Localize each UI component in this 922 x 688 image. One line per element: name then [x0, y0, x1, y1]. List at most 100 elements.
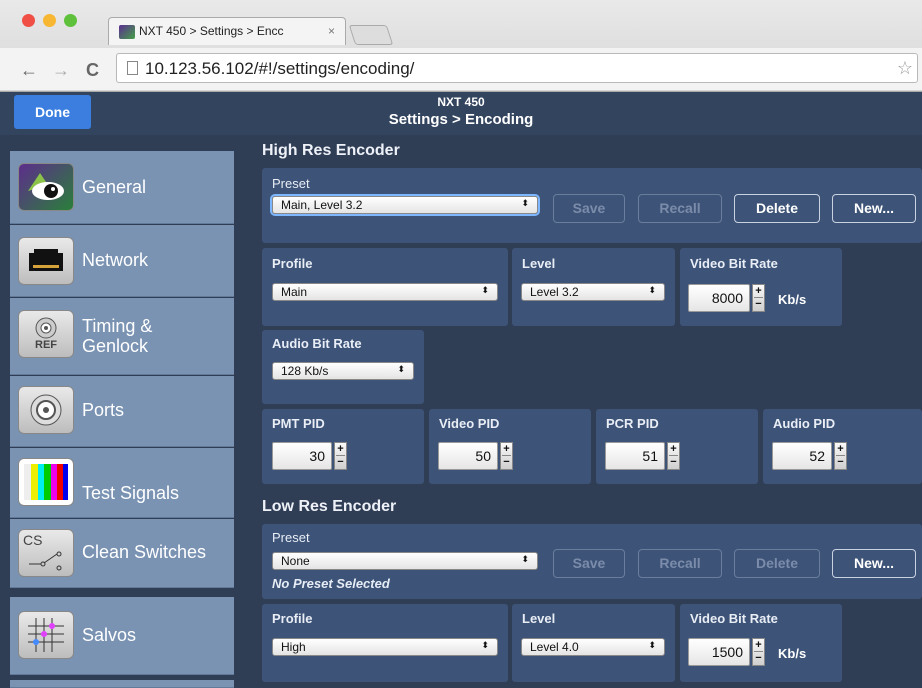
- low-level-select[interactable]: Level 4.0 ⬍: [521, 638, 665, 656]
- low-recall-button[interactable]: Recall: [638, 549, 722, 578]
- bnc-connector-icon: [18, 386, 74, 434]
- address-bar[interactable]: 10.123.56.102/#!/settings/encoding/ ☆: [116, 53, 918, 83]
- sidebar-item-ports[interactable]: Ports: [10, 376, 234, 447]
- sidebar: General Network REF Timing & Genlock Por…: [0, 135, 250, 688]
- ethernet-graphic: [29, 249, 63, 271]
- high-abr-label: Audio Bit Rate: [272, 336, 362, 351]
- sidebar-item-salvos[interactable]: Salvos: [10, 597, 234, 675]
- sidebar-item-label: Clean Switches: [82, 542, 207, 562]
- high-vbr-stepper[interactable]: + −: [752, 284, 765, 312]
- ethernet-port-icon: [18, 237, 74, 285]
- low-profile-select[interactable]: High ⬍: [272, 638, 498, 656]
- select-arrow-icon: ⬍: [648, 285, 656, 295]
- sidebar-item-timing-genlock[interactable]: REF Timing & Genlock: [10, 298, 234, 375]
- low-save-button[interactable]: Save: [553, 549, 625, 578]
- back-arrow-icon[interactable]: ←: [20, 60, 38, 81]
- select-value: Main: [281, 285, 308, 299]
- minus-icon[interactable]: −: [670, 456, 676, 468]
- plus-icon[interactable]: +: [755, 285, 761, 297]
- high-new-button[interactable]: New...: [832, 194, 916, 223]
- close-window-button[interactable]: [22, 14, 35, 27]
- high-vpid-input[interactable]: 50: [438, 442, 498, 470]
- high-vpid-label: Video PID: [439, 416, 500, 431]
- high-abr-select[interactable]: 128 Kb/s ⬍: [272, 362, 414, 380]
- crosspoint-grid-icon: [18, 611, 74, 659]
- low-vbr-input[interactable]: 1500: [688, 638, 750, 666]
- low-preset-select[interactable]: None ⬍: [272, 552, 538, 570]
- high-apid-input[interactable]: 52: [772, 442, 832, 470]
- high-vpid-stepper[interactable]: + −: [500, 442, 513, 470]
- plus-icon[interactable]: +: [337, 443, 343, 455]
- switch-graphic: [29, 551, 62, 571]
- sidebar-item-clean-switches[interactable]: CS Clean Switches: [10, 519, 234, 588]
- high-preset-select[interactable]: Main, Level 3.2 ⬍: [272, 196, 538, 214]
- high-level-select[interactable]: Level 3.2 ⬍: [521, 283, 665, 301]
- select-arrow-icon: ⬍: [481, 285, 489, 295]
- low-vbr-stepper[interactable]: + −: [752, 638, 765, 666]
- high-res-heading: High Res Encoder: [262, 142, 400, 159]
- high-vbr-input[interactable]: 8000: [688, 284, 750, 312]
- app-header: Done NXT 450 Settings > Encoding: [0, 92, 922, 135]
- high-pmt-input[interactable]: 30: [272, 442, 332, 470]
- minus-icon[interactable]: −: [337, 456, 343, 468]
- browser-tab[interactable]: NXT 450 > Settings > Encc ×: [108, 17, 346, 45]
- high-pcr-stepper[interactable]: + −: [667, 442, 680, 470]
- sidebar-item-network[interactable]: Network: [10, 225, 234, 297]
- low-vbr-label: Video Bit Rate: [690, 611, 778, 626]
- device-name: NXT 450: [437, 95, 485, 109]
- bookmark-star-icon[interactable]: ☆: [897, 58, 913, 79]
- high-pcr-label: PCR PID: [606, 416, 659, 431]
- sidebar-item-next[interactable]: [10, 680, 234, 688]
- high-recall-button[interactable]: Recall: [638, 194, 722, 223]
- reload-icon[interactable]: C: [86, 60, 99, 81]
- minus-icon[interactable]: −: [503, 456, 509, 468]
- sidebar-item-general[interactable]: General: [10, 151, 234, 224]
- close-tab-icon[interactable]: ×: [328, 24, 335, 38]
- ref-badge: REF: [35, 339, 57, 351]
- cs-badge: CS: [23, 532, 43, 548]
- low-preset-label: Preset: [272, 530, 310, 545]
- forward-arrow-icon[interactable]: →: [52, 60, 70, 81]
- bnc-graphic: [35, 317, 57, 339]
- high-pcr-input[interactable]: 51: [605, 442, 665, 470]
- new-tab-button[interactable]: [348, 25, 394, 45]
- sidebar-item-label: General: [82, 177, 147, 197]
- navigation-bar: ← → C 10.123.56.102/#!/settings/encoding…: [0, 48, 922, 90]
- high-delete-button[interactable]: Delete: [734, 194, 820, 223]
- high-pmt-label: PMT PID: [272, 416, 325, 431]
- zoom-window-button[interactable]: [64, 14, 77, 27]
- high-save-button[interactable]: Save: [553, 194, 625, 223]
- high-profile-select[interactable]: Main ⬍: [272, 283, 498, 301]
- select-arrow-icon: ⬍: [521, 198, 529, 208]
- minus-icon[interactable]: −: [755, 298, 761, 310]
- bars-graphic: [24, 464, 68, 500]
- low-vbr-unit: Kb/s: [778, 646, 807, 661]
- sidebar-item-label: Test Signals: [82, 483, 180, 503]
- eye-logo-icon: [18, 163, 74, 211]
- high-apid-stepper[interactable]: + −: [834, 442, 847, 470]
- high-profile-label: Profile: [272, 256, 313, 271]
- plus-icon[interactable]: +: [837, 443, 843, 455]
- select-arrow-icon: ⬍: [521, 554, 529, 564]
- minimize-window-button[interactable]: [43, 14, 56, 27]
- high-apid-label: Audio PID: [773, 416, 836, 431]
- sidebar-item-test-signals[interactable]: Test Signals: [10, 448, 234, 518]
- low-new-button[interactable]: New...: [832, 549, 916, 578]
- page-icon: [127, 61, 138, 75]
- page-title: Settings > Encoding: [388, 111, 534, 128]
- plus-icon[interactable]: +: [670, 443, 676, 455]
- app-window: NXT 450 > Settings > Encc × ← → C 10.123…: [0, 0, 922, 688]
- minus-icon[interactable]: −: [837, 456, 843, 468]
- browser-chrome: NXT 450 > Settings > Encc × ← → C 10.123…: [0, 0, 922, 92]
- minus-icon[interactable]: −: [755, 652, 761, 664]
- high-vbr-unit: Kb/s: [778, 292, 807, 307]
- low-delete-button[interactable]: Delete: [734, 549, 820, 578]
- high-pmt-stepper[interactable]: + −: [334, 442, 347, 470]
- eye-graphic: [28, 173, 64, 200]
- sidebar-item-label-line2: Genlock: [82, 336, 149, 356]
- tab-title: NXT 450 > Settings > Encc: [139, 24, 284, 38]
- plus-icon[interactable]: +: [755, 639, 761, 651]
- sidebar-item-label: Ports: [82, 400, 125, 420]
- plus-icon[interactable]: +: [503, 443, 509, 455]
- port-graphic: [30, 394, 62, 426]
